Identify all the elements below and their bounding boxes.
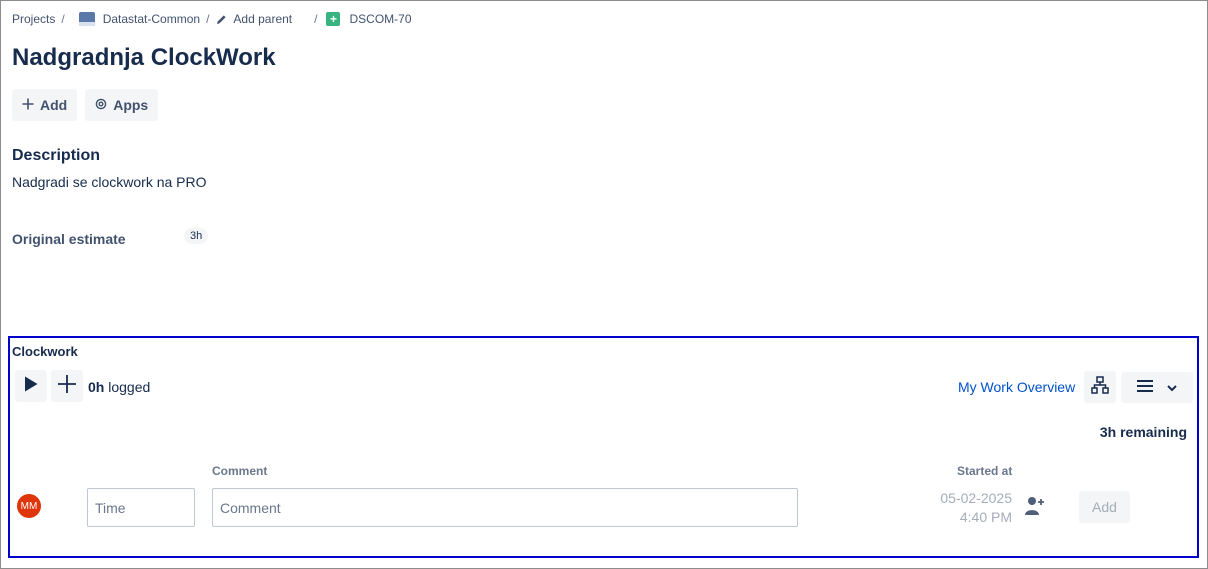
breadcrumb-issue-key[interactable]: DSCOM-70 [349, 12, 411, 26]
comment-input[interactable] [212, 488, 798, 527]
logged-suffix: logged [104, 379, 151, 395]
start-timer-button[interactable] [15, 370, 47, 402]
breadcrumb-add-parent[interactable]: Add parent [233, 12, 292, 26]
breadcrumb-projects[interactable]: Projects [12, 12, 55, 26]
my-work-overview-link[interactable]: My Work Overview [958, 379, 1075, 395]
logged-value: 0h [88, 379, 105, 395]
pencil-icon [216, 14, 227, 25]
started-at-value[interactable]: 05-02-2025 4:40 PM [930, 489, 1012, 527]
apps-icon [95, 97, 107, 113]
plus-icon [22, 97, 34, 113]
apps-button-label: Apps [113, 97, 149, 113]
issue-title[interactable]: Nadgradnja ClockWork [12, 44, 276, 72]
breadcrumb-separator: / [314, 12, 318, 26]
apps-button[interactable]: Apps [85, 89, 159, 121]
time-input[interactable] [87, 488, 195, 527]
started-date: 05-02-2025 [940, 490, 1012, 506]
add-worklog-button[interactable]: Add [1079, 491, 1130, 523]
comment-column-label: Comment [212, 464, 268, 478]
description-heading: Description [12, 147, 101, 164]
plus-icon [57, 374, 77, 399]
add-user-icon [1024, 497, 1046, 520]
clockwork-title: Clockwork [12, 344, 78, 359]
project-avatar-icon [78, 12, 95, 26]
add-button-label: Add [40, 97, 68, 113]
description-text[interactable]: Nadgradi se clockwork na PRO [12, 174, 207, 190]
menu-icon [1137, 379, 1153, 397]
hierarchy-button[interactable] [1084, 371, 1116, 403]
breadcrumb-separator: / [206, 12, 210, 26]
add-user-button[interactable] [1024, 496, 1046, 521]
log-work-button[interactable] [51, 370, 83, 402]
add-button[interactable]: Add [12, 89, 78, 121]
original-estimate-value[interactable]: 3h [184, 228, 209, 244]
started-at-column-label: Started at [957, 464, 1013, 478]
story-icon: + [326, 12, 341, 26]
breadcrumb: Projects / Datastat-Common / Add parent … [12, 12, 412, 26]
logged-summary: 0h logged [88, 379, 150, 395]
original-estimate-label: Original estimate [12, 231, 126, 247]
hierarchy-icon [1091, 375, 1109, 399]
breadcrumb-project[interactable]: Datastat-Common [103, 12, 200, 26]
remaining-time: 3h remaining [1099, 424, 1187, 440]
clockwork-menu-button[interactable] [1121, 372, 1193, 403]
started-time: 4:40 PM [959, 509, 1012, 525]
breadcrumb-separator: / [61, 12, 65, 26]
avatar: MM [17, 494, 41, 518]
issue-actions: Add Apps [12, 89, 159, 121]
play-icon [24, 376, 38, 397]
chevron-down-icon [1167, 379, 1177, 397]
